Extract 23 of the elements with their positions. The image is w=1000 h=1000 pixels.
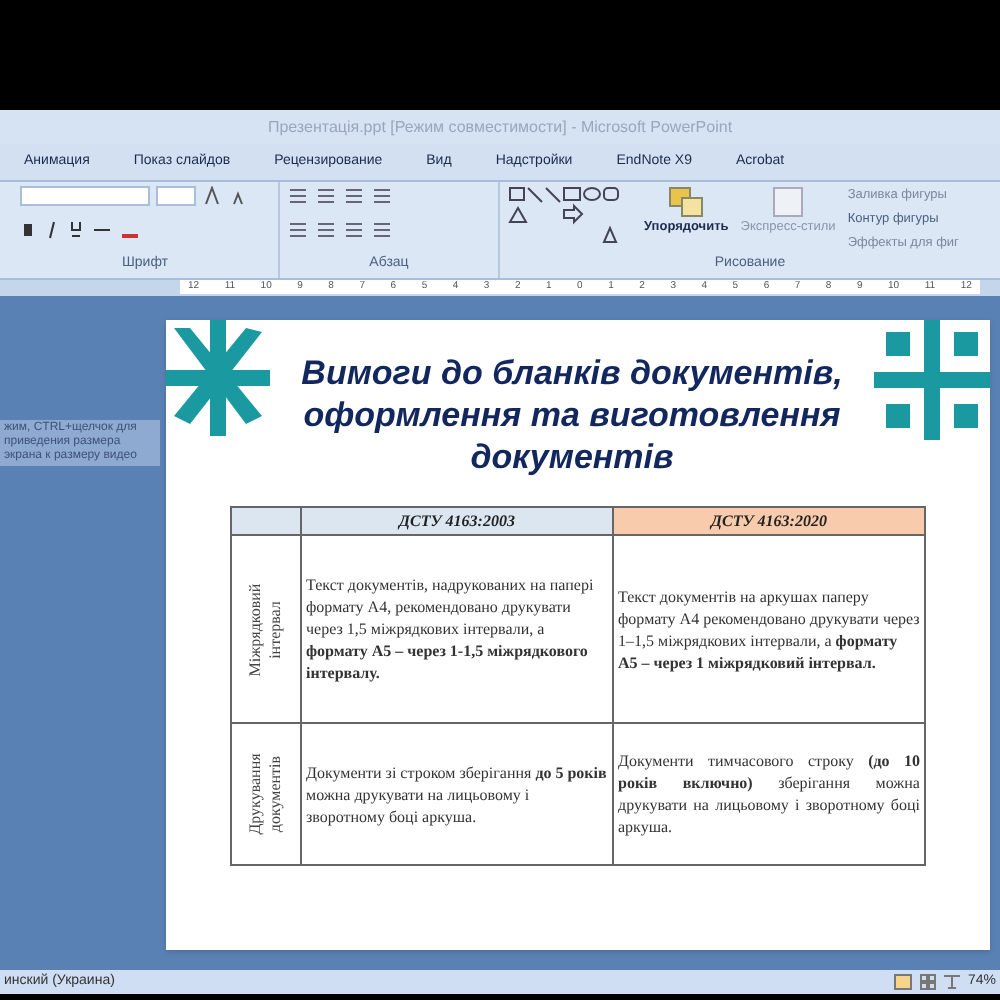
slide-title: Вимоги до бланків документів, оформлення та виготовлення документів bbox=[299, 352, 845, 478]
arrange-icon[interactable] bbox=[668, 186, 705, 218]
normal-view-icon[interactable] bbox=[893, 974, 912, 990]
cell-text: Текст документів, надрукованих на папері формату А4, рекомендовано друкувати через 1,5 міжрядкових інтервали, а формату А5 – через 1-1,5 міжрядкового інтервалу. bbox=[306, 574, 596, 684]
cell-text: Текст документів на аркушах паперу формату А4 рекомендовано друкувати через 1–1,5 міжрядкових інтервали, а формату А5 – через 1 міжрядковий інтервал. bbox=[618, 585, 920, 673]
ornament-drawing bbox=[166, 320, 270, 436]
align-center-icon[interactable] bbox=[316, 219, 336, 240]
align-left-icon[interactable] bbox=[288, 219, 308, 240]
italic-icon[interactable] bbox=[44, 219, 60, 240]
ornament-drawing bbox=[874, 320, 990, 440]
font-name-field[interactable] bbox=[20, 186, 150, 206]
window-title: Презентація.ppt [Режим совместимости] - Microsoft PowerPoint bbox=[267, 115, 733, 139]
slide-sorter-icon[interactable] bbox=[919, 974, 936, 990]
cell-text: Документи зі строком зберігання до 5 років можна друкувати на лицьовому і зворотному боці аркуша. bbox=[306, 761, 608, 827]
column-header: ДСТУ 4163:2020 bbox=[613, 507, 925, 535]
font-size-field[interactable] bbox=[156, 186, 196, 206]
column-header: ДСТУ 4163:2003 bbox=[301, 507, 613, 535]
justify-icon[interactable] bbox=[372, 219, 392, 240]
underline-icon[interactable] bbox=[68, 219, 84, 240]
row-header: Друкування документів bbox=[246, 751, 286, 839]
cell-text: Документи тимчасового строку (до 10 років включно) зберігання можна друкувати на лицьовому і зворотному боці аркуша. bbox=[618, 750, 920, 838]
row-header: Міжрядковий інтервал bbox=[246, 580, 286, 680]
align-right-icon[interactable] bbox=[344, 219, 364, 240]
